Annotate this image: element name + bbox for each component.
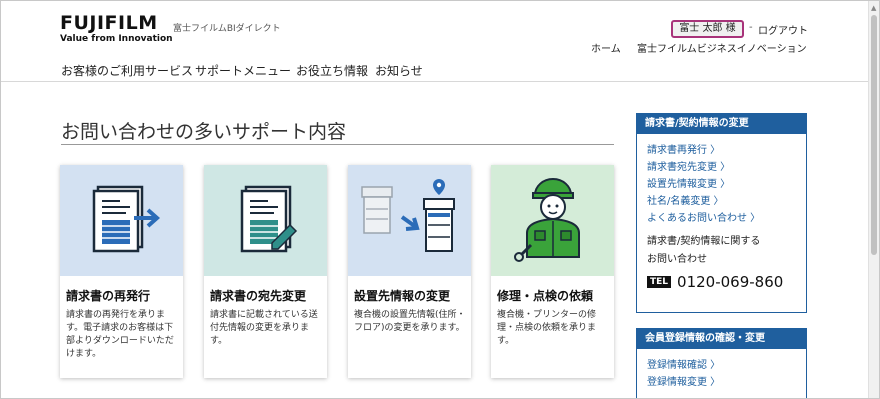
- contact-heading-line2: お問い合わせ: [647, 254, 707, 265]
- gnav-news[interactable]: お知らせ: [375, 62, 423, 79]
- panel-heading: 請求書/契約情報の変更: [637, 114, 806, 134]
- card-image: [204, 165, 327, 276]
- member-info-panel: 会員登録情報の確認・変更 登録情報確認 〉 登録情報変更 〉: [636, 328, 807, 398]
- site-name: 富士フイルムBIダイレクト: [173, 24, 281, 34]
- card-description: 請求書の再発行を承ります。電子請求のお客様は下部よりダウンロードいただけます。: [66, 310, 174, 359]
- card-title: 請求書の再発行: [66, 289, 151, 303]
- repair-technician-icon: [514, 178, 580, 262]
- invoice-edit-icon: [240, 185, 298, 253]
- link-registration-confirm[interactable]: 登録情報確認 〉: [647, 357, 806, 374]
- gnav-useful-info[interactable]: お役立ち情報: [296, 62, 368, 79]
- separator: -: [749, 22, 753, 33]
- card-installation-change[interactable]: 設置先情報の変更 複合機の設置先情報(住所・フロア)の変更を承ります。: [348, 165, 471, 378]
- logo-mark: FUJIFILM: [60, 12, 158, 34]
- card-image: [348, 165, 471, 276]
- user-name-badge[interactable]: 富士 太郎 様: [671, 20, 744, 38]
- card-title: 設置先情報の変更: [354, 289, 451, 303]
- tel-badge: TEL: [647, 276, 672, 288]
- fujifilm-logo[interactable]: FUJIFILM Value from Innovation: [60, 13, 173, 45]
- bi-corporate-link[interactable]: 富士フイルムビジネスイノベーション: [637, 40, 807, 55]
- tel-number[interactable]: 0120-069-860: [677, 273, 783, 291]
- card-image: [491, 165, 614, 276]
- card-description: 請求書に記載されている送付先情報の変更を承ります。: [210, 310, 318, 346]
- card-invoice-reissue[interactable]: 請求書の再発行 請求書の再発行を承ります。電子請求のお客様は下部よりダウンロード…: [60, 165, 183, 378]
- card-invoice-address-change[interactable]: 請求書の宛先変更 請求書に記載されている送付先情報の変更を承ります。: [204, 165, 327, 378]
- logo-tagline: Value from Innovation: [60, 34, 173, 44]
- gnav-customer-services[interactable]: お客様のご利用サービス: [61, 62, 193, 79]
- page-title: お問い合わせの多いサポート内容: [61, 121, 347, 143]
- link-installation-change[interactable]: 設置先情報変更 〉: [647, 176, 806, 193]
- link-registration-change[interactable]: 登録情報変更 〉: [647, 374, 806, 391]
- link-company-name-change[interactable]: 社名/名義変更 〉: [647, 193, 806, 210]
- card-description: 複合機・プリンターの修理・点検の依頼を承ります。: [497, 310, 597, 346]
- card-image: [60, 165, 183, 276]
- panel-heading: 会員登録情報の確認・変更: [637, 329, 806, 349]
- card-title: 請求書の宛先変更: [210, 289, 307, 303]
- gnav-support-menu[interactable]: サポートメニュー: [195, 62, 291, 79]
- link-invoice-address-change[interactable]: 請求書宛先変更 〉: [647, 159, 806, 176]
- card-title: 修理・点検の依頼: [497, 289, 594, 303]
- card-repair-request[interactable]: 修理・点検の依頼 複合機・プリンターの修理・点検の依頼を承ります。: [491, 165, 614, 378]
- scroll-up-icon[interactable]: ▲: [871, 4, 876, 12]
- printer-relocation-icon: [361, 179, 455, 252]
- scrollbar-thumb[interactable]: [871, 15, 877, 255]
- title-divider: [61, 144, 614, 145]
- logout-link[interactable]: ログアウト: [758, 22, 808, 37]
- home-link[interactable]: ホーム: [591, 40, 621, 55]
- contract-info-panel: 請求書/契約情報の変更 請求書再発行 〉 請求書宛先変更 〉 設置先情報変更 〉…: [636, 113, 807, 313]
- phone-contact: TEL 0120-069-860: [647, 273, 806, 291]
- card-description: 複合機の設置先情報(住所・フロア)の変更を承ります。: [354, 310, 466, 333]
- link-faq[interactable]: よくあるお問い合わせ 〉: [647, 210, 806, 227]
- vertical-scrollbar[interactable]: ▲: [868, 1, 879, 398]
- invoice-reissue-icon: [92, 185, 161, 253]
- browser-viewport: FUJIFILM Value from Innovation 富士フイルムBIダ…: [0, 0, 880, 399]
- link-invoice-reissue[interactable]: 請求書再発行 〉: [647, 142, 806, 159]
- site-header: FUJIFILM Value from Innovation 富士フイルムBIダ…: [1, 1, 869, 82]
- contact-heading-line1: 請求書/契約情報に関する: [647, 236, 761, 247]
